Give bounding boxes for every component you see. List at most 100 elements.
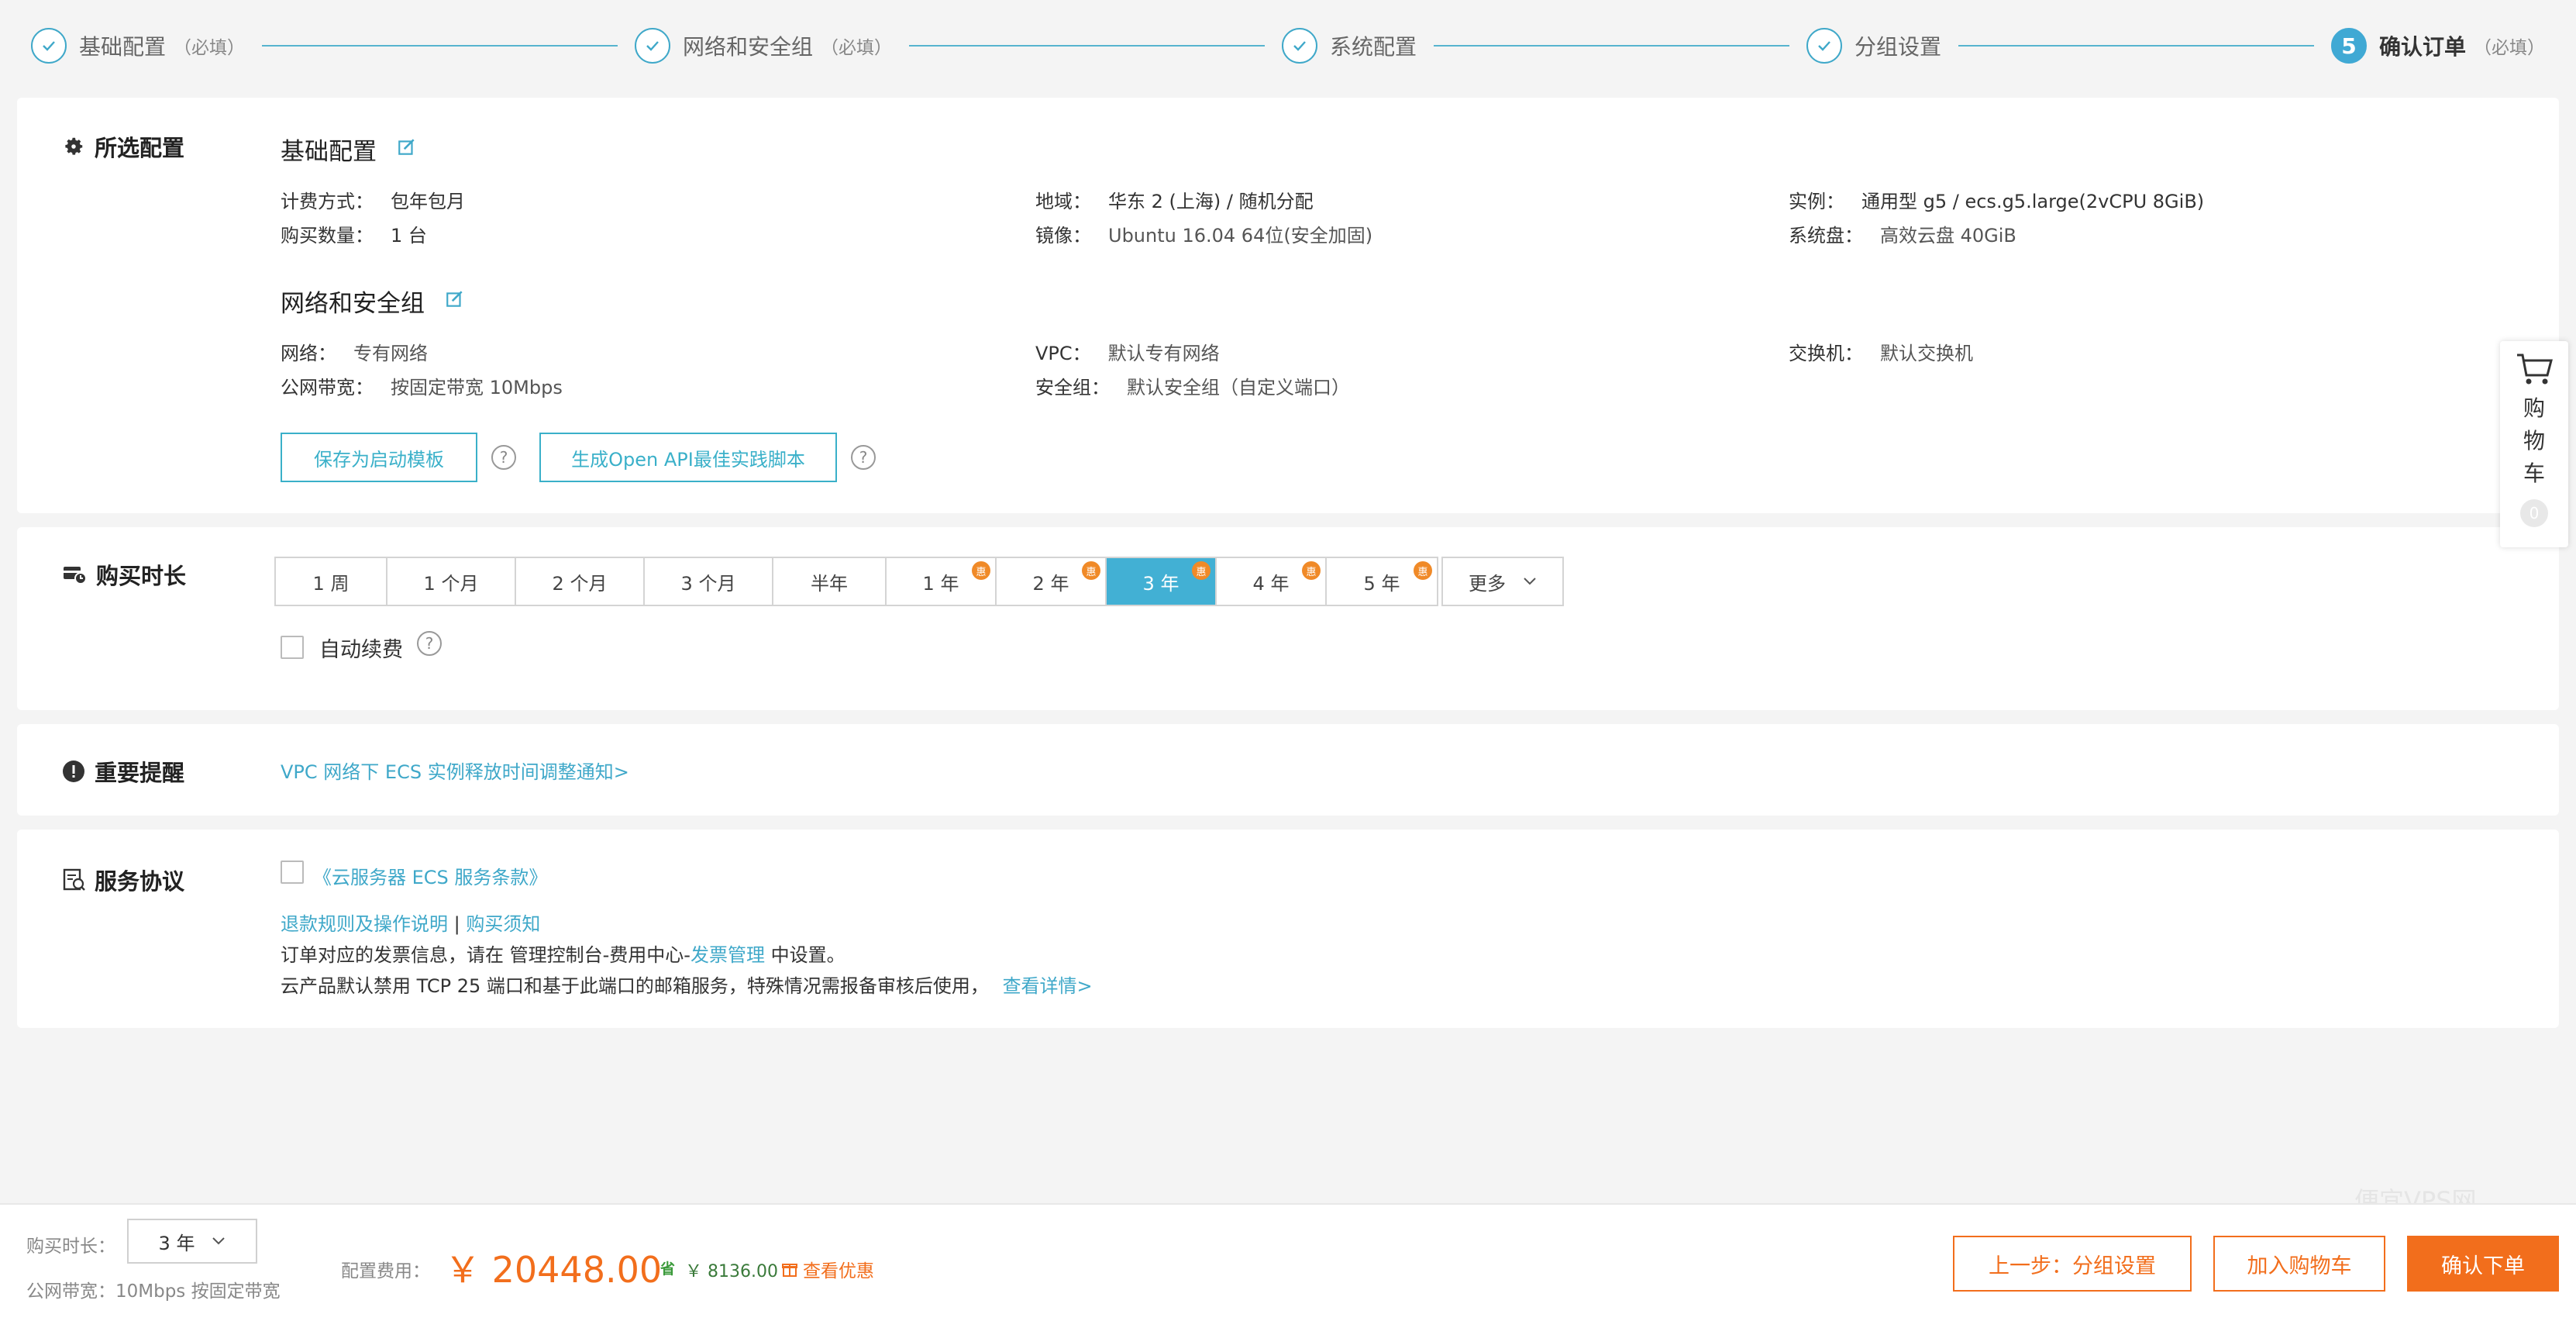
auto-renew-checkbox[interactable]	[281, 636, 304, 659]
invoice-row: 订单对应的发票信息，请在 管理控制台-费用中心-发票管理 中设置。	[281, 940, 845, 967]
field-value: 专有网络	[353, 343, 428, 364]
cart-label: 购物车	[2523, 395, 2545, 486]
region-row: 地域： 华东 2 (上海) / 随机分配	[1035, 186, 1314, 213]
view-discount-link[interactable]: 查看优惠	[781, 1256, 874, 1282]
switch-row: 交换机： 默认交换机	[1789, 338, 1973, 365]
check-icon	[635, 28, 670, 64]
duration-option[interactable]: 2 年惠	[997, 558, 1107, 605]
duration-option[interactable]: 1 个月	[387, 558, 516, 605]
document-icon	[63, 868, 85, 891]
field-value: 默认交换机	[1880, 343, 1973, 364]
field-value: 1 台	[391, 225, 427, 247]
option-label: 3 年	[1142, 572, 1180, 595]
field-label: VPC：	[1035, 343, 1091, 364]
total-price: ￥ 20448.00	[445, 1249, 663, 1291]
purchase-notice-link[interactable]: 购买须知	[466, 913, 540, 935]
help-icon[interactable]: ?	[491, 445, 516, 470]
field-value: 通用型 g5 / ecs.g5.large(2vCPU 8GiB)	[1861, 191, 2205, 212]
separator: |	[453, 913, 460, 935]
duration-option[interactable]: 2 个月	[516, 558, 645, 605]
step-label: 基础配置	[79, 34, 167, 60]
option-label: 2 个月	[552, 572, 608, 595]
section-title: 所选配置	[62, 130, 184, 163]
field-label: 购买数量：	[281, 225, 374, 247]
field-label: 实例：	[1789, 191, 1844, 212]
alert-icon	[63, 761, 84, 782]
heading-text: 网络和安全组	[281, 290, 425, 318]
field-label: 计费方式：	[281, 191, 374, 212]
check-icon	[1806, 28, 1842, 64]
step-required: （必填）	[821, 38, 893, 58]
refund-row: 退款规则及操作说明 | 购买须知	[281, 909, 540, 936]
option-label: 2 年	[1032, 572, 1069, 595]
field-value: 默认专有网络	[1107, 343, 1220, 364]
field-label: 交换机：	[1789, 343, 1863, 364]
step-confirm-order: 5 确认订单 （必填）	[2331, 28, 2545, 64]
terms-checkbox[interactable]	[281, 861, 304, 884]
help-icon[interactable]: ?	[851, 445, 876, 470]
step-connector	[1434, 45, 1789, 47]
duration-option[interactable]: 4 年惠	[1217, 558, 1327, 605]
tcp-details-link[interactable]: 查看详情>	[1003, 975, 1093, 997]
billing-row: 计费方式： 包年包月	[281, 186, 465, 213]
duration-option[interactable]: 1 周	[276, 558, 387, 605]
bandwidth-row: 公网带宽： 按固定带宽 10Mbps	[281, 372, 563, 399]
more-durations-dropdown[interactable]: 更多	[1441, 557, 1564, 606]
step-label: 确认订单	[2379, 34, 2467, 60]
step-system-config[interactable]: 系统配置	[1282, 28, 1417, 64]
save-template-button[interactable]: 保存为启动模板	[281, 433, 477, 482]
option-label: 半年	[811, 572, 848, 595]
duration-option[interactable]: 3 个月	[645, 558, 773, 605]
add-to-cart-button[interactable]: 加入购物车	[2213, 1236, 2385, 1292]
section-title-text: 重要提醒	[95, 760, 185, 786]
step-connector	[262, 45, 618, 47]
terms-link[interactable]: 《云服务器 ECS 服务条款》	[313, 862, 547, 889]
discount-badge: 惠	[1302, 561, 1321, 580]
duration-card	[17, 527, 2559, 710]
edit-icon[interactable]	[397, 136, 417, 164]
check-icon	[31, 28, 67, 64]
confirm-order-button[interactable]: 确认下单	[2407, 1236, 2559, 1292]
footer-duration-select[interactable]: 3 年	[127, 1219, 257, 1264]
check-icon	[1282, 28, 1317, 64]
step-group-settings[interactable]: 分组设置	[1806, 28, 1941, 64]
chevron-down-icon	[212, 1237, 226, 1245]
step-network[interactable]: 网络和安全组 （必填）	[635, 28, 892, 64]
system-disk-row: 系统盘： 高效云盘 40GiB	[1789, 220, 2016, 247]
duration-icon	[64, 567, 87, 585]
field-value: 按固定带宽 10Mbps	[391, 377, 563, 398]
option-label: 1 个月	[423, 572, 479, 595]
tcp-row: 云产品默认禁用 TCP 25 端口和基于此端口的邮箱服务，特殊情况需报备审核后使…	[281, 971, 1093, 998]
shopping-cart-widget[interactable]: 购物车 0	[2500, 341, 2568, 547]
openapi-script-button[interactable]: 生成Open API最佳实践脚本	[539, 433, 837, 482]
edit-icon[interactable]	[445, 288, 465, 316]
discount-badge: 惠	[1192, 561, 1211, 580]
notice-link[interactable]: VPC 网络下 ECS 实例释放时间调整通知>	[281, 757, 629, 784]
step-basic-config[interactable]: 基础配置 （必填）	[31, 28, 245, 64]
refund-rules-link[interactable]: 退款规则及操作说明	[281, 913, 448, 935]
previous-step-button[interactable]: 上一步：分组设置	[1953, 1236, 2192, 1292]
duration-option[interactable]: 5 年惠	[1327, 558, 1437, 605]
duration-option-selected[interactable]: 3 年惠	[1107, 558, 1217, 605]
selected-config-card: 所选配置 基础配置 计费方式： 包年包月 购买数量： 1 台 地域： 华东 2 (上海…	[17, 98, 2559, 513]
section-title: 购买时长	[62, 558, 186, 591]
step-label: 分组设置	[1855, 34, 1942, 60]
invoice-management-link[interactable]: 发票管理	[690, 944, 765, 966]
step-connector	[909, 45, 1265, 47]
duration-option[interactable]: 1 年惠	[887, 558, 997, 605]
footer-duration-label: 购买时长：	[26, 1236, 115, 1257]
help-icon[interactable]: ?	[417, 631, 442, 656]
step-label: 网络和安全组	[683, 34, 814, 60]
gift-icon	[782, 1264, 797, 1277]
fee-label: 配置费用：	[341, 1261, 430, 1281]
invoice-text: 订单对应的发票信息，请在 管理控制台-费用中心-	[281, 944, 690, 966]
duration-option[interactable]: 半年	[773, 558, 887, 605]
instance-row: 实例： 通用型 g5 / ecs.g5.large(2vCPU 8GiB)	[1789, 186, 2204, 213]
step-connector	[1958, 45, 2314, 47]
basic-config-heading: 基础配置	[281, 132, 417, 167]
quantity-row: 购买数量： 1 台	[281, 220, 427, 247]
section-title-text: 购买时长	[96, 563, 187, 589]
heading-text: 基础配置	[281, 138, 377, 166]
option-label: 5 年	[1363, 572, 1400, 595]
field-value: 默认安全组（自定义端口）	[1127, 377, 1350, 398]
